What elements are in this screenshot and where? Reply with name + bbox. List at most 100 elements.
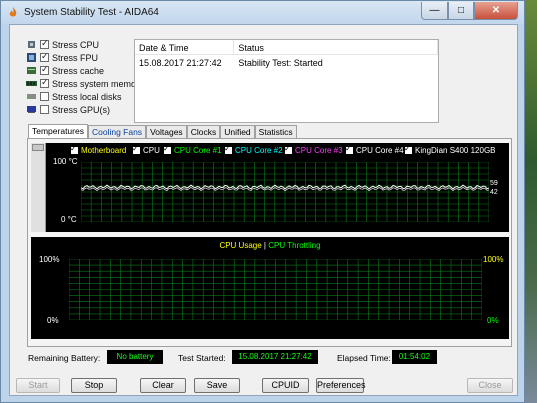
- legend-motherboard-checkbox[interactable]: [70, 144, 78, 154]
- cpu-icon: [28, 41, 35, 48]
- usage-plot: [69, 259, 482, 320]
- battery-label: Remaining Battery:: [28, 353, 101, 363]
- cache-icon: [27, 67, 36, 74]
- legend-kingdian-ssd-checkbox[interactable]: [404, 144, 412, 154]
- cpu-usage-title: CPU Usage: [219, 241, 262, 250]
- title-separator: |: [263, 241, 266, 250]
- status-bar: Remaining Battery: No battery Test Start…: [28, 350, 508, 366]
- legend-motherboard[interactable]: Motherboard: [70, 144, 127, 155]
- close-button[interactable]: Close: [467, 378, 513, 393]
- stress-options: Stress CPU Stress FPU Stress cache Stres…: [26, 38, 144, 116]
- log-header-status[interactable]: Status: [234, 40, 438, 54]
- legend-kingdian-ssd[interactable]: KingDian S400 120GB: [404, 144, 496, 155]
- stress-disks-label: Stress local disks: [52, 91, 122, 102]
- cpu-throttling-title: CPU Throttling: [268, 241, 321, 250]
- tab-voltages[interactable]: Voltages: [146, 125, 187, 139]
- elapsed-time-value: 01:54:02: [392, 350, 437, 364]
- preferences-button[interactable]: Preferences: [316, 378, 366, 393]
- log-row-date: 15.08.2017 21:27:42: [139, 58, 222, 68]
- battery-value: No battery: [107, 350, 163, 364]
- minimize-button[interactable]: —: [421, 2, 448, 20]
- tab-statistics[interactable]: Statistics: [254, 125, 297, 139]
- elapsed-time-label: Elapsed Time:: [337, 353, 391, 363]
- temperature-scrollbar[interactable]: [31, 143, 46, 232]
- stability-test-window: System Stability Test - AIDA64 — □ ✕ Str…: [0, 0, 525, 403]
- tab-clocks[interactable]: Clocks: [186, 125, 221, 139]
- maximize-button[interactable]: □: [448, 2, 474, 20]
- stress-gpu-option[interactable]: Stress GPU(s): [26, 103, 144, 116]
- temp-value-59: 59: [490, 180, 498, 187]
- clear-button[interactable]: Clear: [140, 378, 186, 393]
- client-area: Stress CPU Stress FPU Stress cache Stres…: [9, 24, 518, 396]
- stress-memory-checkbox[interactable]: [40, 77, 49, 88]
- window-title: System Stability Test - AIDA64: [24, 7, 159, 18]
- legend-cpu-label: CPU: [143, 146, 160, 155]
- memory-icon: [26, 81, 37, 86]
- legend-cpu-core-3[interactable]: CPU Core #3: [284, 144, 343, 155]
- stress-gpu-checkbox[interactable]: [40, 105, 49, 114]
- legend-cpu-core-1-checkbox[interactable]: [163, 144, 171, 154]
- test-started-value: 15.08.2017 21:27:42: [232, 350, 318, 364]
- usage-left-min: 0%: [47, 316, 59, 325]
- usage-chart-title: CPU Usage | CPU Throttling: [31, 241, 509, 250]
- log-row-status: Stability Test: Started: [238, 58, 323, 68]
- status-log[interactable]: Date & Time Status 15.08.2017 21:27:42 S…: [134, 39, 439, 123]
- legend-cpu-core-2-label: CPU Core #2: [235, 146, 283, 155]
- legend-cpu-core-2[interactable]: CPU Core #2: [224, 144, 283, 155]
- fpu-icon: [27, 53, 36, 62]
- stress-memory-option[interactable]: Stress system memory: [26, 77, 144, 90]
- graph-tabs: Temperatures Cooling Fans Voltages Clock…: [28, 124, 297, 139]
- legend-kingdian-ssd-label: KingDian S400 120GB: [415, 146, 496, 155]
- stress-cpu-label: Stress CPU: [52, 39, 100, 50]
- start-button[interactable]: Start: [16, 378, 60, 393]
- log-header: Date & Time Status: [135, 40, 438, 55]
- disk-icon: [27, 94, 36, 99]
- stress-fpu-checkbox[interactable]: [40, 51, 49, 62]
- cpuid-button[interactable]: CPUID: [262, 378, 309, 393]
- legend-cpu-core-4-label: CPU Core #4: [356, 146, 404, 155]
- cpu-usage-chart: CPU Usage | CPU Throttling 100% 0% 100% …: [31, 237, 509, 339]
- log-row[interactable]: 15.08.2017 21:27:42 Stability Test: Star…: [135, 55, 438, 70]
- legend-cpu-core-4[interactable]: CPU Core #4: [345, 144, 404, 155]
- stress-memory-label: Stress system memory: [52, 78, 144, 89]
- usage-left-max: 100%: [39, 255, 60, 264]
- flame-icon: [9, 7, 17, 17]
- desktop-background: [525, 0, 537, 403]
- stress-fpu-option[interactable]: Stress FPU: [26, 51, 144, 64]
- tab-unified[interactable]: Unified: [220, 125, 255, 139]
- temperature-grid: [81, 162, 489, 222]
- legend-cpu-core-3-label: CPU Core #3: [295, 146, 343, 155]
- usage-right-min: 0%: [487, 316, 499, 325]
- temp-y-min-label: 0 °C: [61, 215, 77, 224]
- usage-right-max: 100%: [483, 255, 504, 264]
- tab-cooling-fans[interactable]: Cooling Fans: [87, 125, 147, 139]
- temperature-plot: [81, 162, 489, 222]
- test-started-label: Test Started:: [178, 353, 226, 363]
- title-bar[interactable]: System Stability Test - AIDA64 — □ ✕: [1, 1, 524, 24]
- stress-cpu-checkbox[interactable]: [40, 38, 49, 49]
- legend-cpu-core-2-checkbox[interactable]: [224, 144, 232, 154]
- stress-cache-checkbox[interactable]: [40, 64, 49, 75]
- temperature-chart: Motherboard CPU CPU Core #1 CPU Core #2 …: [31, 143, 509, 232]
- stress-cache-option[interactable]: Stress cache: [26, 64, 144, 77]
- gpu-icon: [27, 106, 36, 113]
- stress-cache-label: Stress cache: [52, 65, 105, 76]
- stop-button[interactable]: Stop: [71, 378, 117, 393]
- legend-cpu-core-1-label: CPU Core #1: [174, 146, 222, 155]
- close-window-button[interactable]: ✕: [474, 2, 518, 20]
- legend-cpu-core-1[interactable]: CPU Core #1: [163, 144, 222, 155]
- temp-y-max-label: 100 °C: [53, 157, 78, 166]
- save-button[interactable]: Save: [194, 378, 240, 393]
- legend-cpu[interactable]: CPU: [132, 144, 160, 155]
- temp-value-42: 42: [490, 189, 498, 196]
- legend-cpu-checkbox[interactable]: [132, 144, 140, 154]
- tab-temperatures[interactable]: Temperatures: [28, 124, 88, 139]
- stress-cpu-option[interactable]: Stress CPU: [26, 38, 144, 51]
- scrollbar-knob[interactable]: [32, 144, 44, 151]
- legend-cpu-core-3-checkbox[interactable]: [284, 144, 292, 154]
- log-header-date[interactable]: Date & Time: [135, 40, 235, 54]
- stress-disks-checkbox[interactable]: [40, 92, 49, 101]
- stress-disks-option[interactable]: Stress local disks: [26, 90, 144, 103]
- legend-cpu-core-4-checkbox[interactable]: [345, 144, 353, 154]
- legend-motherboard-label: Motherboard: [81, 146, 127, 155]
